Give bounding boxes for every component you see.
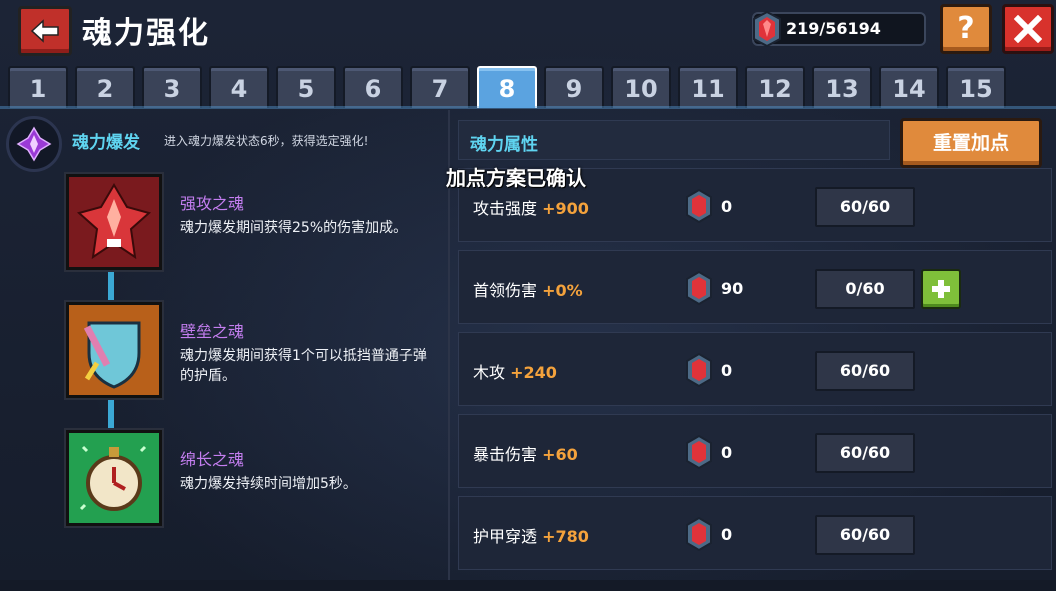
shield-icon: [69, 305, 159, 395]
attribute-row-armor-pierce: 护甲穿透 +780 0 60/60: [458, 496, 1052, 570]
winged-blade-icon: [69, 177, 159, 267]
close-icon: [1014, 15, 1042, 43]
attribute-cost: 0: [721, 525, 733, 544]
soul-gem-icon: [686, 517, 712, 551]
help-button[interactable]: ?: [940, 4, 992, 54]
soul-gem-icon: [686, 435, 712, 469]
attribute-row-crit-damage: 暴击伤害 +60 0 60/60: [458, 414, 1052, 488]
soul-burst-name: 魂力爆发: [72, 133, 140, 153]
soul-burst-description: 进入魂力爆发状态6秒，获得选定强化!: [164, 134, 369, 148]
attribute-progress: 0/60: [815, 269, 915, 309]
purple-crystal-icon: [16, 126, 52, 162]
soul-bulwark-name: 壁垒之魂: [180, 322, 245, 341]
attribute-progress: 60/60: [815, 433, 915, 473]
soul-endurance-description: 魂力爆发持续时间增加5秒。: [180, 476, 357, 492]
tab-underline: [0, 106, 1056, 109]
soul-endurance-icon[interactable]: [66, 430, 162, 526]
soul-attack-name: 强攻之魂: [180, 194, 245, 213]
tab-6[interactable]: 6: [343, 66, 403, 108]
add-point-button[interactable]: [921, 269, 961, 309]
tab-11[interactable]: 11: [678, 66, 738, 108]
stopwatch-icon: [69, 433, 159, 523]
soul-attack-description: 魂力爆发期间获得25%的伤害加成。: [180, 220, 408, 236]
attribute-label: 暴击伤害 +60: [473, 445, 578, 464]
attribute-cost: 90: [721, 279, 744, 298]
close-button[interactable]: [1002, 4, 1054, 54]
tab-4[interactable]: 4: [209, 66, 269, 108]
confirm-toast: 加点方案已确认: [446, 166, 586, 190]
soul-burst-panel: 魂力爆发 进入魂力爆发状态6秒，获得选定强化! 强攻之魂 魂力爆发期间获得25%…: [0, 110, 448, 580]
tab-15[interactable]: 15: [946, 66, 1006, 108]
soul-attack-icon[interactable]: [66, 174, 162, 270]
attribute-label: 护甲穿透 +780: [473, 527, 589, 546]
bottom-bar: [0, 580, 1056, 591]
attribute-row-boss-damage: 首领伤害 +0% 90 0/60: [458, 250, 1052, 324]
attribute-progress: 60/60: [815, 187, 915, 227]
soul-gem-count: 219/56194: [786, 19, 881, 38]
soul-gem-icon: [686, 271, 712, 305]
tab-14[interactable]: 14: [879, 66, 939, 108]
connector-line: [108, 394, 114, 430]
page-title: 魂力强化: [82, 16, 210, 51]
attribute-cost: 0: [721, 361, 733, 380]
tab-12[interactable]: 12: [745, 66, 805, 108]
soul-burst-icon: [6, 116, 62, 172]
reset-points-button[interactable]: 重置加点: [900, 118, 1042, 168]
attribute-label: 木攻 +240: [473, 363, 557, 382]
soul-endurance-name: 绵长之魂: [180, 450, 245, 469]
connector-line: [108, 266, 114, 302]
tab-2[interactable]: 2: [75, 66, 135, 108]
attribute-cost: 0: [721, 197, 733, 216]
level-tabs: 1 2 3 4 5 6 7 8 9 10 11 12 13 14 15: [8, 66, 1006, 108]
attribute-progress: 60/60: [815, 351, 915, 391]
attribute-row-wood-attack: 木攻 +240 0 60/60: [458, 332, 1052, 406]
attributes-title: 魂力属性: [470, 135, 538, 155]
tab-9[interactable]: 9: [544, 66, 604, 108]
tab-3[interactable]: 3: [142, 66, 202, 108]
arrow-left-icon: [30, 19, 59, 43]
tab-10[interactable]: 10: [611, 66, 671, 108]
attribute-cost: 0: [721, 443, 733, 462]
soul-gem-icon: [753, 10, 781, 48]
tab-8[interactable]: 8: [477, 66, 537, 108]
attribute-label: 攻击强度 +900: [473, 199, 589, 218]
tab-5[interactable]: 5: [276, 66, 336, 108]
soul-bulwark-description: 魂力爆发期间获得1个可以抵挡普通子弹的护盾。: [180, 348, 427, 384]
tab-13[interactable]: 13: [812, 66, 872, 108]
header: 魂力强化 219/56194 ?: [0, 0, 1056, 58]
soul-gem-icon: [686, 353, 712, 387]
tab-7[interactable]: 7: [410, 66, 470, 108]
soul-gem-counter: 219/56194: [752, 10, 926, 48]
soul-gem-icon: [686, 189, 712, 223]
back-button[interactable]: [18, 6, 72, 56]
soul-bulwark-icon[interactable]: [66, 302, 162, 398]
attribute-progress: 60/60: [815, 515, 915, 555]
tab-1[interactable]: 1: [8, 66, 68, 108]
plus-icon: [932, 280, 950, 298]
attribute-label: 首领伤害 +0%: [473, 281, 583, 300]
